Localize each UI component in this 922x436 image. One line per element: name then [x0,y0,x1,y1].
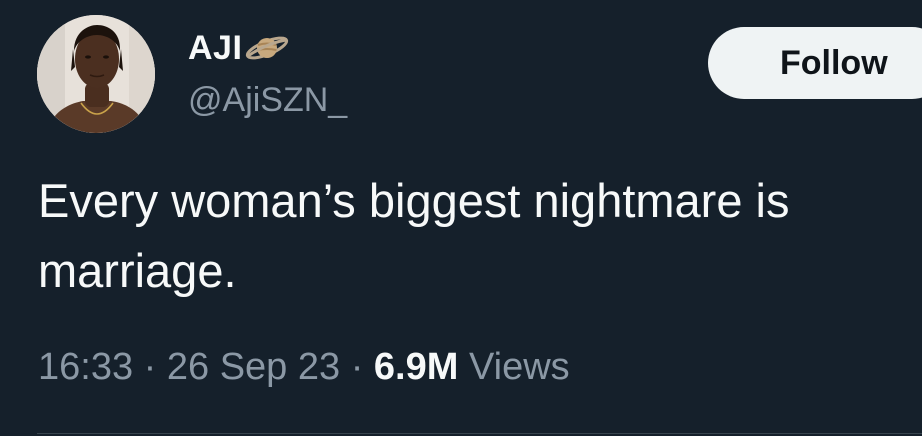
author-handle[interactable]: @AjiSZN_ [188,78,347,122]
avatar[interactable] [37,15,155,133]
tweet-card: AJI @AjiSZN_ Follow Every woman’s bigges… [0,0,922,436]
saturn-icon [244,31,290,65]
meta-separator: · [350,346,364,388]
avatar-photo [37,15,155,133]
author-name-row[interactable]: AJI [188,26,290,70]
display-name[interactable]: AJI [188,26,242,70]
divider [37,433,922,434]
views-label: Views [468,346,570,388]
follow-button[interactable]: Follow [708,27,922,99]
meta-separator: · [143,346,157,388]
tweet-metadata: 16:33 · 26 Sep 23 · 6.9M Views [38,340,570,394]
tweet-text: Every woman’s biggest nightmare is marri… [38,174,790,297]
views-count[interactable]: 6.9M [374,346,458,388]
tweet-time[interactable]: 16:33 [38,346,133,388]
tweet-date[interactable]: 26 Sep 23 [167,346,340,388]
